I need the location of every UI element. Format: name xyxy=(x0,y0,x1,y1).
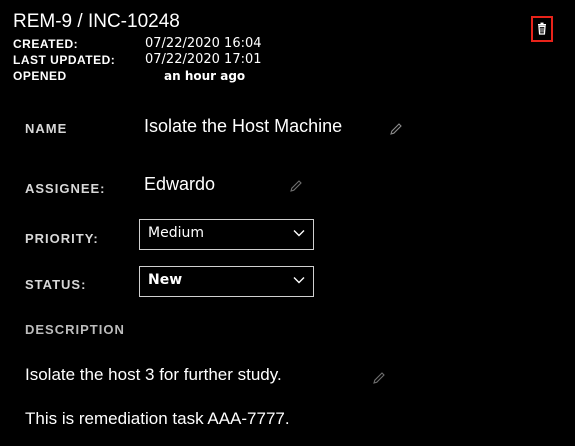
opened-value: an hour ago xyxy=(164,69,246,83)
assignee-value: Edwardo xyxy=(144,174,216,194)
priority-label: PRIORITY: xyxy=(25,231,99,246)
assignee-label: ASSIGNEE: xyxy=(25,181,106,196)
description-line-1: Isolate the host 3 for further study. xyxy=(25,365,282,384)
last-updated-value: 07/22/2020 17:01 xyxy=(145,52,262,67)
last-updated-label: LAST UPDATED: xyxy=(13,53,116,67)
trash-icon xyxy=(538,22,546,35)
chevron-down-icon xyxy=(293,230,305,237)
description-line-2: This is remediation task AAA-7777. xyxy=(25,409,290,428)
status-label: STATUS: xyxy=(25,277,87,292)
status-select[interactable]: New xyxy=(139,266,314,297)
name-label: NAME xyxy=(25,121,68,136)
delete-button[interactable] xyxy=(531,16,553,42)
opened-label: OPENED xyxy=(13,69,67,83)
priority-select[interactable]: Medium xyxy=(139,219,314,250)
description-label: DESCRIPTION xyxy=(25,322,125,337)
created-value: 07/22/2020 16:04 xyxy=(145,36,262,51)
pencil-icon[interactable] xyxy=(388,121,404,137)
created-label: CREATED: xyxy=(13,37,79,51)
priority-selected-value: Medium xyxy=(148,225,204,241)
status-selected-value: New xyxy=(148,272,183,288)
pencil-icon[interactable] xyxy=(371,370,387,386)
chevron-down-icon xyxy=(293,277,305,284)
name-value: Isolate the Host Machine xyxy=(144,116,343,136)
page-title: REM-9 / INC-10248 xyxy=(13,11,180,32)
pencil-icon[interactable] xyxy=(288,178,304,194)
